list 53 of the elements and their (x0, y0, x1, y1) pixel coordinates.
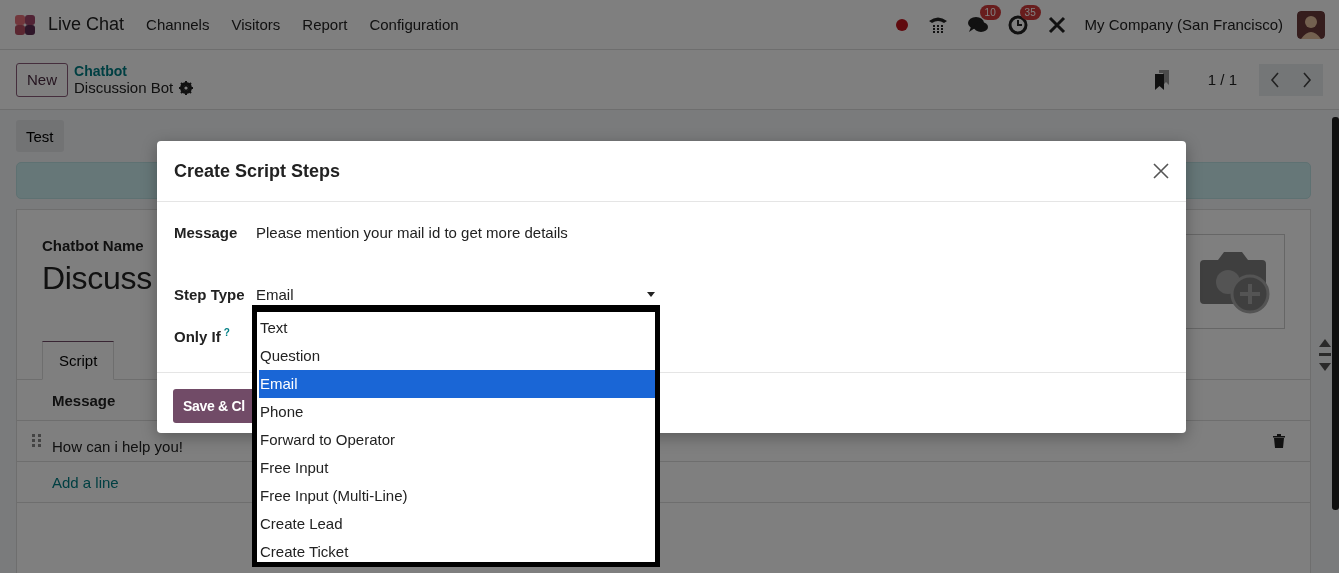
app-logo-icon[interactable] (14, 12, 38, 37)
camera-plus-icon (1198, 249, 1272, 314)
menu-item[interactable]: Channels (146, 16, 210, 33)
close-icon[interactable] (1153, 163, 1169, 179)
dropdown-option[interactable]: Free Input (259, 454, 655, 482)
scrollbar[interactable] (1332, 117, 1339, 510)
chevron-right-icon (1302, 71, 1312, 88)
sort-handle-icon[interactable] (1318, 337, 1332, 373)
avatar[interactable] (1297, 10, 1325, 39)
next-button[interactable] (1291, 63, 1323, 96)
counter-badge: 10 (979, 4, 1001, 20)
dropdown-option[interactable]: Free Input (Multi-Line) (259, 482, 655, 510)
drag-handle-icon[interactable] (32, 434, 42, 448)
menu-item[interactable]: Report (302, 16, 348, 33)
field-label: Step Type (174, 285, 245, 303)
caret-icon (647, 291, 655, 297)
field-label: Chatbot Name (42, 237, 145, 254)
help-tooltip[interactable]: ? (223, 327, 230, 338)
dialog-title: Create Script Steps (174, 160, 341, 182)
dropdown-option[interactable]: Email (259, 370, 655, 398)
counter-badge: 35 (1019, 4, 1041, 20)
step-type-select[interactable]: Email (256, 285, 655, 303)
status-dot-icon[interactable] (894, 17, 909, 32)
test-button[interactable]: Test (16, 120, 64, 152)
pager-value: 1 / 1 (1207, 71, 1237, 88)
add-line-link[interactable]: Add a line (52, 473, 119, 491)
dropdown-option[interactable]: Create Lead (259, 510, 655, 538)
field-label: Message (174, 223, 238, 241)
tab[interactable]: Script (42, 341, 115, 380)
dropdown-option[interactable]: Forward to Operator (259, 426, 655, 454)
new-button[interactable]: New (16, 62, 68, 97)
column-header[interactable]: Message (52, 391, 116, 409)
record-name: Discussion Bot (74, 79, 174, 96)
dropdown-option[interactable]: Text (259, 314, 655, 342)
trash-icon[interactable] (1273, 434, 1285, 448)
chevron-left-icon (1270, 71, 1280, 88)
previous-button[interactable] (1259, 63, 1291, 96)
bookmarks-icon[interactable] (1153, 69, 1170, 90)
menu-item[interactable]: Configuration (369, 16, 459, 33)
dropdown-list[interactable]: Text Question Email Phone Forward to Operator Free Input Free Input (Multi-Line) Create Lead Create Ticket (252, 305, 660, 567)
message-field[interactable]: Please mention your mail id to get more details (256, 223, 568, 241)
app-name[interactable]: Live Chat (48, 14, 125, 35)
table-cell: How can i help you! (52, 437, 183, 455)
gear-icon[interactable] (179, 80, 194, 95)
dropdown-option[interactable]: Create Ticket (259, 538, 655, 562)
company-switcher[interactable]: My Company (San Francisco) (1084, 16, 1283, 33)
dropdown-option[interactable]: Question (259, 342, 655, 370)
chatbot-name-field[interactable]: Discuss (42, 260, 152, 297)
breadcrumb-link[interactable]: Chatbot (74, 63, 194, 79)
field-label: Only If (174, 328, 221, 345)
menu-item[interactable]: Visitors (231, 16, 281, 33)
image-placeholder[interactable] (1185, 234, 1285, 329)
dropdown-option[interactable]: Phone (259, 398, 655, 426)
